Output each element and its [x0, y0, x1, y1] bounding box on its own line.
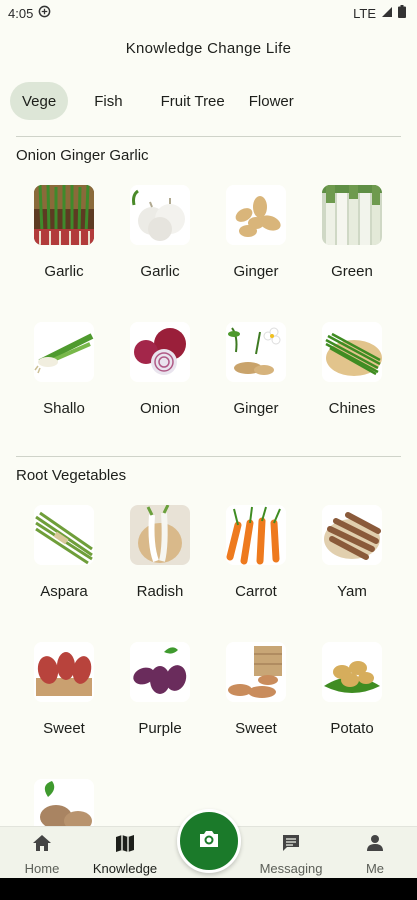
item-label: Shallo [43, 400, 85, 417]
tab-label: Fruit Tree [160, 92, 225, 110]
green-onion-image [322, 185, 382, 245]
item-label: Ginger [233, 263, 279, 280]
signal-icon [381, 6, 393, 21]
section-title-onion-ginger-garlic: Onion Ginger Garlic [16, 147, 149, 164]
app-title: Knowledge Change Life [125, 40, 292, 57]
item-label: Chines [328, 400, 376, 417]
red-onion-image [130, 322, 190, 382]
sweet-potato-basket-image [226, 642, 286, 702]
network-type: LTE [353, 5, 376, 21]
item-label: Radish [136, 583, 184, 600]
yam-image [322, 505, 382, 565]
item-label: Green [331, 263, 373, 280]
divider [16, 456, 401, 457]
sweet-potato-image [34, 642, 94, 702]
vegetable-item-ginger-flower[interactable]: Ginger [208, 322, 304, 417]
nav-label: Knowledge [92, 861, 158, 876]
battery-icon [398, 5, 406, 21]
vegetable-item-radish[interactable]: Radish [112, 505, 208, 600]
garlic-bulb-image [130, 185, 190, 245]
home-icon [0, 831, 84, 855]
nav-me[interactable]: Me [333, 831, 417, 876]
map-icon [83, 831, 167, 855]
item-label: Sweet [235, 720, 277, 737]
person-icon [333, 831, 417, 855]
nav-label: Messaging [259, 861, 323, 876]
tab-label: Fish [94, 92, 123, 110]
nav-messaging[interactable]: Messaging [249, 831, 333, 876]
tab-fish[interactable]: Fish [82, 82, 134, 120]
potato-image [322, 642, 382, 702]
tab-vege[interactable]: Vege [10, 82, 69, 120]
vegetable-item-garlic-bulb[interactable]: Garlic [112, 185, 208, 280]
tab-label: Vege [22, 92, 57, 110]
vegetable-item-chinese-chive[interactable]: Chines [304, 322, 400, 417]
divider [16, 136, 401, 137]
vegetable-item-ginger[interactable]: Ginger [208, 185, 304, 280]
item-label: Potato [330, 720, 374, 737]
chat-icon [249, 831, 333, 855]
status-bar: 4:05 LTE [0, 0, 417, 26]
tab-fruit-tree[interactable]: Fruit Tree [149, 82, 237, 120]
chinese-chive-image [322, 322, 382, 382]
nav-home[interactable]: Home [0, 831, 84, 876]
item-label: Aspara [40, 583, 88, 600]
ginger-flower-image [226, 322, 286, 382]
ginger-root-image [226, 185, 286, 245]
shallot-image [34, 322, 94, 382]
tab-flower[interactable]: Flower [237, 82, 306, 120]
item-label: Garlic [44, 263, 84, 280]
purple-potato-image [130, 642, 190, 702]
radish-image [130, 505, 190, 565]
vegetable-item-yam[interactable]: Yam [304, 505, 400, 600]
vegetable-item-sweet-potato[interactable]: Sweet [16, 642, 112, 737]
sync-icon [38, 5, 51, 21]
status-right: LTE [353, 5, 406, 21]
system-navigation-bar [0, 878, 417, 900]
vegetable-item-purple-potato[interactable]: Purple [112, 642, 208, 737]
item-label: Ginger [233, 400, 279, 417]
vegetable-item-carrot[interactable]: Carrot [208, 505, 304, 600]
green-garlic-image [34, 185, 94, 245]
status-left: 4:05 [8, 5, 51, 21]
nav-label: Me [365, 861, 385, 876]
asparagus-image [34, 505, 94, 565]
carrot-image [226, 505, 286, 565]
item-label: Garlic [140, 263, 180, 280]
nav-label: Home [24, 861, 60, 876]
vegetable-item-garlic[interactable]: Garlic [16, 185, 112, 280]
item-label: Purple [138, 720, 182, 737]
vegetable-item-shallot[interactable]: Shallo [16, 322, 112, 417]
item-label: Sweet [43, 720, 85, 737]
item-label: Carrot [235, 583, 277, 600]
vegetable-item-potato[interactable]: Potato [304, 642, 400, 737]
vegetable-item-green-onion[interactable]: Green [304, 185, 400, 280]
category-tabs: Vege Fish Fruit Tree Flower [10, 82, 306, 120]
camera-icon [197, 829, 221, 854]
nav-knowledge[interactable]: Knowledge [83, 831, 167, 876]
item-label: Yam [337, 583, 367, 600]
status-time: 4:05 [8, 5, 34, 21]
tab-label: Flower [248, 92, 294, 110]
vegetable-item-sweet-potato-basket[interactable]: Sweet [208, 642, 304, 737]
section-title-root-vegetables: Root Vegetables [16, 467, 127, 484]
vegetable-item-onion[interactable]: Onion [112, 322, 208, 417]
item-label: Onion [139, 400, 181, 417]
vegetable-item-asparagus[interactable]: Aspara [16, 505, 112, 600]
camera-button[interactable] [177, 809, 241, 873]
